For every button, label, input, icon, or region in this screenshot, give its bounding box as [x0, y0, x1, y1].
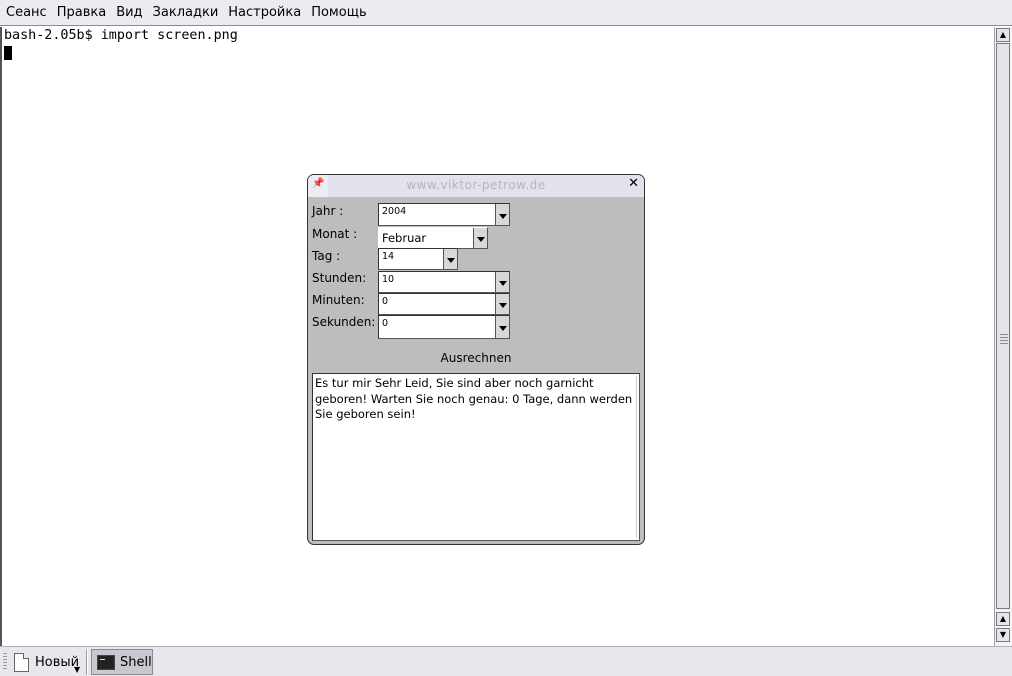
scroll-down-button[interactable]: ▼ [996, 628, 1010, 642]
minuten-select[interactable]: 0 [378, 293, 510, 315]
stunden-select[interactable]: 10 [378, 271, 510, 293]
result-textarea[interactable]: Es tur mir Sehr Leid, Sie sind aber noch… [312, 373, 640, 541]
scrollbar-grip-icon [1000, 334, 1008, 346]
taskbar: Новый ▼ Shell [0, 646, 1012, 676]
menu-help[interactable]: Помощь [307, 5, 370, 20]
close-icon[interactable]: ✕ [628, 176, 639, 191]
stunden-label: Stunden: [312, 271, 367, 285]
shell-tab-label: Shell [120, 654, 152, 670]
jahr-select[interactable]: 2004 [378, 203, 510, 226]
date-calculator-dialog: 📌 www.viktor-petrow.de ✕ Jahr : 2004 Mon… [307, 174, 645, 545]
monat-select[interactable]: Februar [378, 227, 488, 249]
scroll-up-button[interactable]: ▲ [996, 28, 1010, 42]
stunden-value: 10 [382, 274, 395, 285]
tag-select[interactable]: 14 [378, 248, 458, 270]
chevron-down-icon[interactable] [495, 294, 509, 314]
terminal-prompt-line: bash-2.05b$ import screen.png [4, 28, 238, 43]
sekunden-value: 0 [382, 318, 389, 329]
sekunden-label: Sekunden: [312, 315, 376, 329]
sekunden-select[interactable]: 0 [378, 315, 510, 339]
monat-value: Februar [382, 231, 427, 245]
scroll-up-button-bottom[interactable]: ▲ [996, 612, 1010, 626]
tag-label: Tag : [312, 249, 341, 263]
taskbar-separator [86, 649, 88, 675]
jahr-value: 2004 [382, 206, 407, 217]
menu-edit[interactable]: Правка [53, 5, 110, 20]
menu-bar: Сеанс Правка Вид Закладки Настройка Помо… [0, 0, 1012, 26]
new-session-label: Новый [35, 654, 80, 670]
chevron-down-icon[interactable] [495, 204, 509, 225]
menu-settings[interactable]: Настройка [224, 5, 305, 20]
menu-bookmarks[interactable]: Закладки [149, 5, 223, 20]
tag-value: 14 [382, 251, 395, 262]
minuten-label: Minuten: [312, 293, 365, 307]
chevron-down-icon[interactable] [495, 316, 509, 338]
dialog-title: www.viktor-petrow.de [406, 178, 546, 192]
vertical-scrollbar[interactable]: ▲ ▲ ▼ [994, 27, 1012, 646]
chevron-down-icon[interactable] [473, 228, 487, 248]
jahr-label: Jahr : [312, 204, 344, 218]
monat-label: Monat : [312, 227, 358, 241]
document-icon [14, 652, 29, 672]
result-text: Es tur mir Sehr Leid, Sie sind aber noch… [315, 376, 637, 538]
minuten-value: 0 [382, 296, 389, 307]
menu-view[interactable]: Вид [112, 5, 146, 20]
taskbar-grip-icon [3, 653, 7, 671]
terminal-cursor [4, 46, 12, 60]
terminal-icon [97, 654, 115, 670]
ausrechnen-button[interactable]: Ausrechnen [312, 347, 640, 369]
scrollbar-thumb[interactable] [996, 43, 1010, 609]
new-session-button[interactable]: Новый [14, 650, 79, 674]
chevron-down-icon[interactable]: ▼ [74, 665, 80, 674]
menu-session[interactable]: Сеанс [2, 5, 51, 20]
chevron-down-icon[interactable] [495, 272, 509, 292]
shell-tab[interactable]: Shell [91, 649, 153, 675]
dialog-titlebar[interactable]: 📌 www.viktor-petrow.de ✕ [308, 175, 644, 197]
chevron-down-icon[interactable] [443, 249, 457, 269]
